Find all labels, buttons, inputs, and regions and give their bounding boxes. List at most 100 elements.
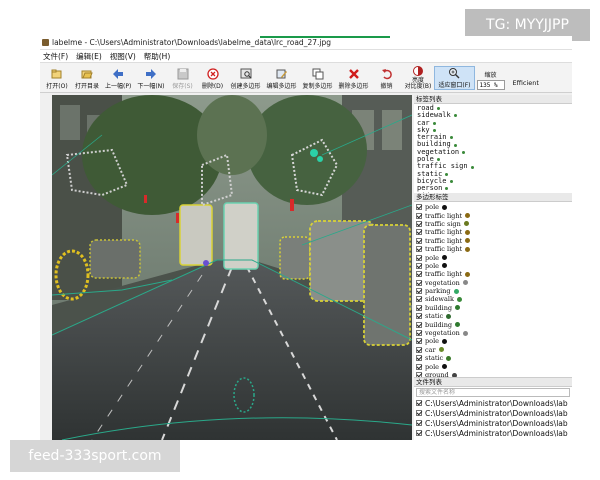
watermark-bottom: feed-333sport.com xyxy=(10,440,180,472)
label-color-dot xyxy=(462,150,466,154)
file-checkbox[interactable] xyxy=(416,430,422,436)
polygon-visibility-checkbox[interactable] xyxy=(416,254,422,261)
delete-polygon-button[interactable]: 删除多边形 xyxy=(336,68,372,90)
polygon-visibility-checkbox[interactable] xyxy=(416,313,422,320)
file-item[interactable]: C:\Users\Administrator\Downloads\lab xyxy=(414,398,572,408)
delete-file-icon xyxy=(206,68,219,80)
polygon-color-dot xyxy=(451,372,457,377)
polygon-item[interactable]: ground xyxy=(416,371,570,377)
copy-polygon-button[interactable]: 复制多边形 xyxy=(300,68,336,90)
polygon-visibility-checkbox[interactable] xyxy=(416,304,422,311)
undo-button[interactable]: 撤销 xyxy=(372,68,402,90)
open-button[interactable]: 打开(O) xyxy=(42,68,72,90)
polygon-color-dot xyxy=(455,322,461,328)
fit-window-button[interactable]: 适应窗口(F) xyxy=(434,66,475,90)
zoom-input[interactable] xyxy=(476,80,505,90)
polygon-visibility-checkbox[interactable] xyxy=(416,262,422,269)
polygon-item[interactable]: pole xyxy=(416,203,570,211)
polygon-visibility-checkbox[interactable] xyxy=(416,296,422,303)
polygon-list: pole traffic light traffic sign traffic … xyxy=(414,202,572,378)
polygon-visibility-checkbox[interactable] xyxy=(416,204,422,211)
polygon-item[interactable]: static xyxy=(416,354,570,362)
polygon-visibility-checkbox[interactable] xyxy=(416,346,422,353)
save-icon xyxy=(177,68,189,80)
polygon-item[interactable]: traffic light xyxy=(416,245,570,253)
create-polygon-button[interactable]: 创建多边形 xyxy=(228,68,264,90)
file-item[interactable]: C:\Users\Administrator\Downloads\lab xyxy=(414,408,572,418)
polygon-item[interactable]: car xyxy=(416,346,570,354)
polygon-color-dot xyxy=(442,364,447,370)
menu-file[interactable]: 文件(F) xyxy=(43,51,68,62)
polygon-visibility-checkbox[interactable] xyxy=(416,338,422,345)
label-color-dot xyxy=(445,172,449,176)
polygon-visibility-checkbox[interactable] xyxy=(416,355,422,362)
polygon-color-dot xyxy=(438,347,444,353)
polygon-item[interactable]: traffic light xyxy=(416,237,570,245)
title-bar: labelme - C:\Users\Administrator\Downloa… xyxy=(40,36,572,50)
next-icon xyxy=(145,68,157,80)
fit-window-icon xyxy=(448,67,460,79)
polygon-item[interactable]: sidewalk xyxy=(416,295,570,303)
polygon-item[interactable]: traffic light xyxy=(416,211,570,220)
prev-image-button[interactable]: 上一幅(P) xyxy=(102,68,134,90)
polygon-visibility-checkbox[interactable] xyxy=(416,363,422,370)
polygon-color-dot xyxy=(442,204,447,210)
menu-view[interactable]: 视图(V) xyxy=(110,51,136,62)
polygon-visibility-checkbox[interactable] xyxy=(416,220,422,227)
open-dir-button[interactable]: 打开目录 xyxy=(72,68,102,90)
image-canvas[interactable] xyxy=(52,95,412,440)
label-color-dot xyxy=(436,107,440,111)
label-item[interactable]: person xyxy=(417,184,569,192)
file-search-input[interactable]: 搜索文件名称 xyxy=(416,388,570,397)
file-item[interactable]: C:\Users\Administrator\Downloads\lab xyxy=(414,418,572,428)
polygon-item[interactable]: parking xyxy=(416,287,570,295)
polygon-item[interactable]: pole xyxy=(416,362,570,371)
efficient-mode-button[interactable]: Efficient xyxy=(513,79,539,87)
polygon-item[interactable]: pole xyxy=(416,262,570,270)
label-color-dot xyxy=(470,165,474,169)
menu-help[interactable]: 帮助(H) xyxy=(144,51,171,62)
open-dir-icon xyxy=(81,68,93,80)
undo-icon xyxy=(381,68,393,80)
file-checkbox[interactable] xyxy=(416,400,422,406)
polygon-item[interactable]: traffic light xyxy=(416,228,570,236)
delete-file-button[interactable]: 删除(D) xyxy=(198,68,228,90)
label-item[interactable]: sidewalk xyxy=(417,111,569,119)
polygon-visibility-checkbox[interactable] xyxy=(416,271,422,278)
file-checkbox[interactable] xyxy=(416,420,422,426)
label-item[interactable]: car xyxy=(417,119,569,127)
polygon-item[interactable]: vegetation xyxy=(416,279,570,287)
polygon-item[interactable]: traffic sign xyxy=(416,220,570,228)
polygon-visibility-checkbox[interactable] xyxy=(416,212,422,219)
edit-polygon-button[interactable]: 编辑多边形 xyxy=(264,68,300,90)
polygon-color-dot xyxy=(465,246,471,252)
right-panels: 标签列表 road sidewalk car sky terrain build… xyxy=(414,95,572,440)
menu-bar: 文件(F) 编辑(E) 视图(V) 帮助(H) xyxy=(40,50,572,63)
file-checkbox[interactable] xyxy=(416,410,422,416)
copy-polygon-icon xyxy=(312,68,324,80)
labels-panel-title: 标签列表 xyxy=(414,95,572,104)
polygon-color-dot xyxy=(462,280,468,286)
brightness-contrast-button[interactable]: 亮度 对比度(B) xyxy=(402,65,435,90)
prev-icon xyxy=(112,68,124,80)
polygon-item[interactable]: building xyxy=(416,304,570,312)
menu-edit[interactable]: 编辑(E) xyxy=(76,51,102,62)
polygon-item[interactable]: static xyxy=(416,312,570,320)
save-button[interactable]: 保存(S) xyxy=(168,68,198,90)
title-accent-line xyxy=(260,36,390,38)
polygon-visibility-checkbox[interactable] xyxy=(416,237,422,244)
next-image-button[interactable]: 下一幅(N) xyxy=(134,68,167,90)
polygon-visibility-checkbox[interactable] xyxy=(416,330,422,337)
label-item[interactable]: vegetation xyxy=(417,148,569,156)
polygon-item[interactable]: traffic light xyxy=(416,270,570,278)
file-item[interactable]: C:\Users\Administrator\Downloads\lab xyxy=(414,428,572,438)
polygon-visibility-checkbox[interactable] xyxy=(416,321,422,328)
polygon-visibility-checkbox[interactable] xyxy=(416,279,422,286)
polygon-visibility-checkbox[interactable] xyxy=(416,229,422,236)
polygon-item[interactable]: pole xyxy=(416,253,570,262)
polygon-visibility-checkbox[interactable] xyxy=(416,246,422,253)
polygon-item[interactable]: pole xyxy=(416,337,570,345)
polygon-item[interactable]: vegetation xyxy=(416,329,570,337)
polygon-item[interactable]: building xyxy=(416,320,570,329)
polygon-visibility-checkbox[interactable] xyxy=(416,288,422,295)
